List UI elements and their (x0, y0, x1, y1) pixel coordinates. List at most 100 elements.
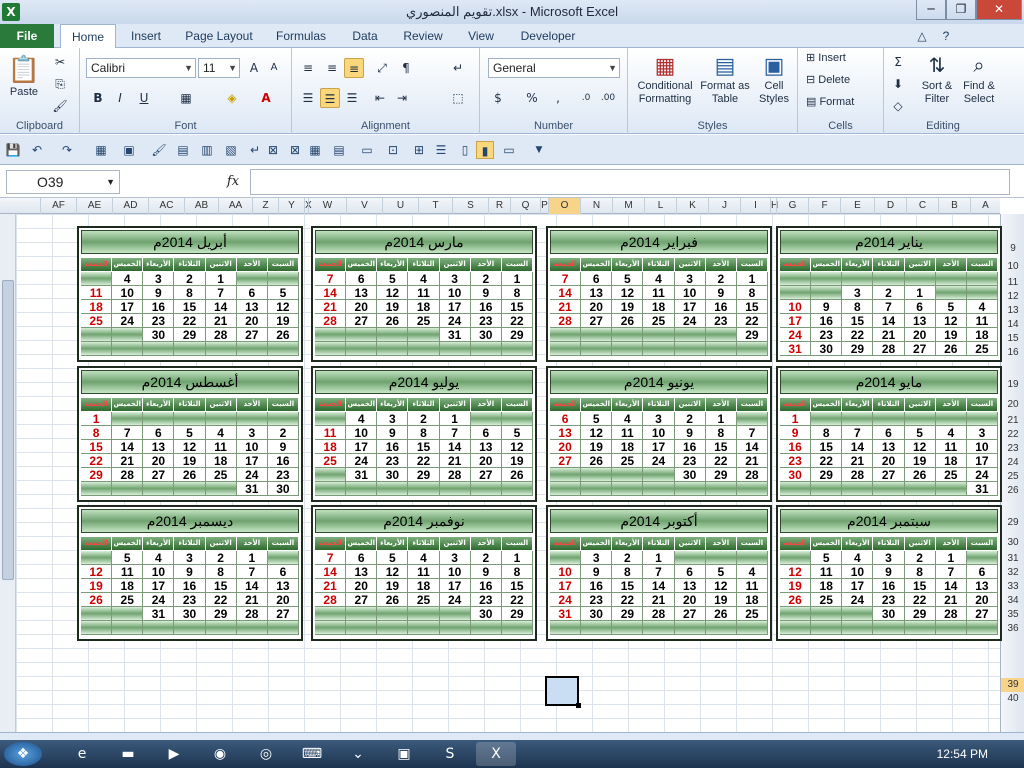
day-cell[interactable]: 21 (439, 454, 471, 468)
day-cell[interactable]: 10 (966, 440, 998, 454)
row-header-23[interactable]: 23 (1001, 442, 1024, 456)
day-cell[interactable]: 19 (935, 328, 967, 342)
empty-day-cell[interactable] (408, 621, 440, 635)
day-cell[interactable]: 19 (780, 579, 812, 593)
day-cell[interactable]: 29 (174, 328, 206, 342)
day-cell[interactable]: 1 (501, 551, 533, 565)
day-cell[interactable]: 31 (439, 328, 471, 342)
column-header-AF[interactable]: AF (40, 198, 76, 214)
day-cell[interactable]: 27 (674, 607, 706, 621)
empty-day-cell[interactable] (581, 342, 613, 356)
day-cell[interactable]: 1 (643, 551, 675, 565)
day-cell[interactable]: 22 (904, 593, 936, 607)
day-cell[interactable]: 27 (236, 328, 268, 342)
column-header-AD[interactable]: AD (112, 198, 148, 214)
column-header-G[interactable]: G (776, 198, 808, 214)
day-cell[interactable]: 11 (408, 286, 440, 300)
minimize-button[interactable]: ─ (916, 0, 946, 20)
column-header-Y[interactable]: Y (278, 198, 304, 214)
column-header-A[interactable]: A (970, 198, 1000, 214)
day-cell[interactable]: 31 (236, 482, 268, 496)
empty-day-cell[interactable] (501, 621, 533, 635)
day-cell[interactable]: 10 (236, 440, 268, 454)
day-cell[interactable]: 24 (346, 454, 378, 468)
column-header-U[interactable]: U (382, 198, 418, 214)
empty-day-cell[interactable] (81, 342, 113, 356)
day-cell[interactable]: 7 (736, 426, 768, 440)
day-cell[interactable]: 26 (501, 468, 533, 482)
scrollbar-thumb[interactable] (2, 280, 14, 580)
day-cell[interactable]: 7 (315, 272, 347, 286)
day-cell[interactable]: 27 (470, 468, 502, 482)
day-cell[interactable]: 24 (643, 454, 675, 468)
day-cell[interactable]: 24 (112, 314, 144, 328)
day-cell[interactable]: 1 (236, 551, 268, 565)
day-cell[interactable]: 6 (581, 272, 613, 286)
ie-icon[interactable]: e (62, 742, 102, 766)
day-cell[interactable]: 23 (674, 454, 706, 468)
page-layout-qat-icon[interactable]: ▮ (476, 141, 494, 159)
empty-day-cell[interactable] (966, 621, 998, 635)
empty-day-cell[interactable] (81, 482, 113, 496)
row-header-22[interactable]: 22 (1001, 428, 1024, 442)
day-cell[interactable]: 28 (873, 342, 905, 356)
day-cell[interactable]: 12 (780, 565, 812, 579)
day-cell[interactable]: 17 (780, 314, 812, 328)
day-cell[interactable]: 22 (612, 593, 644, 607)
empty-day-cell[interactable] (966, 412, 998, 426)
tab-data[interactable]: Data (344, 24, 386, 48)
day-cell[interactable]: 6 (143, 426, 175, 440)
columns-qat-icon[interactable]: ▦ (306, 141, 324, 159)
explorer-icon[interactable]: ▬ (108, 742, 148, 766)
day-cell[interactable]: 7 (315, 551, 347, 565)
day-cell[interactable]: 20 (470, 454, 502, 468)
day-cell[interactable]: 2 (873, 286, 905, 300)
day-cell[interactable]: 17 (643, 440, 675, 454)
day-cell[interactable]: 2 (408, 412, 440, 426)
empty-day-cell[interactable] (377, 607, 409, 621)
empty-day-cell[interactable] (81, 621, 113, 635)
column-header-B[interactable]: B (938, 198, 970, 214)
day-cell[interactable]: 15 (174, 300, 206, 314)
day-cell[interactable]: 31 (143, 607, 175, 621)
day-cell[interactable]: 1 (904, 286, 936, 300)
day-cell[interactable]: 21 (935, 593, 967, 607)
day-cell[interactable]: 22 (205, 593, 237, 607)
day-cell[interactable]: 11 (112, 565, 144, 579)
day-cell[interactable]: 2 (674, 412, 706, 426)
day-cell[interactable]: 27 (581, 314, 613, 328)
day-cell[interactable]: 14 (935, 579, 967, 593)
format-painter-qat-icon[interactable]: 🖌 (150, 141, 168, 159)
day-cell[interactable]: 12 (904, 440, 936, 454)
app-icon[interactable]: ⌄ (338, 742, 378, 766)
day-cell[interactable]: 28 (112, 468, 144, 482)
day-cell[interactable]: 23 (780, 454, 812, 468)
day-cell[interactable]: 5 (267, 286, 299, 300)
day-cell[interactable]: 20 (550, 440, 582, 454)
day-cell[interactable]: 30 (674, 468, 706, 482)
day-cell[interactable]: 6 (346, 272, 378, 286)
gridlines-qat-icon[interactable]: ▤ (174, 141, 192, 159)
day-cell[interactable]: 8 (811, 426, 843, 440)
day-cell[interactable]: 26 (377, 593, 409, 607)
insert-cells-button[interactable]: ⊞ Insert (806, 52, 878, 65)
maximize-button[interactable]: ❐ (946, 0, 976, 20)
empty-day-cell[interactable] (935, 272, 967, 286)
day-cell[interactable]: 14 (550, 286, 582, 300)
day-cell[interactable]: 9 (780, 426, 812, 440)
empty-day-cell[interactable] (674, 551, 706, 565)
day-cell[interactable]: 7 (842, 426, 874, 440)
day-cell[interactable]: 22 (842, 328, 874, 342)
day-cell[interactable]: 1 (501, 272, 533, 286)
day-cell[interactable]: 18 (612, 440, 644, 454)
day-cell[interactable]: 16 (811, 314, 843, 328)
align-middle-icon[interactable]: ≡ (322, 58, 342, 78)
day-cell[interactable]: 5 (174, 426, 206, 440)
day-cell[interactable]: 26 (935, 342, 967, 356)
empty-day-cell[interactable] (811, 482, 843, 496)
day-cell[interactable]: 11 (315, 426, 347, 440)
day-cell[interactable]: 15 (612, 579, 644, 593)
day-cell[interactable]: 22 (174, 314, 206, 328)
day-cell[interactable]: 15 (736, 300, 768, 314)
day-cell[interactable]: 18 (935, 454, 967, 468)
